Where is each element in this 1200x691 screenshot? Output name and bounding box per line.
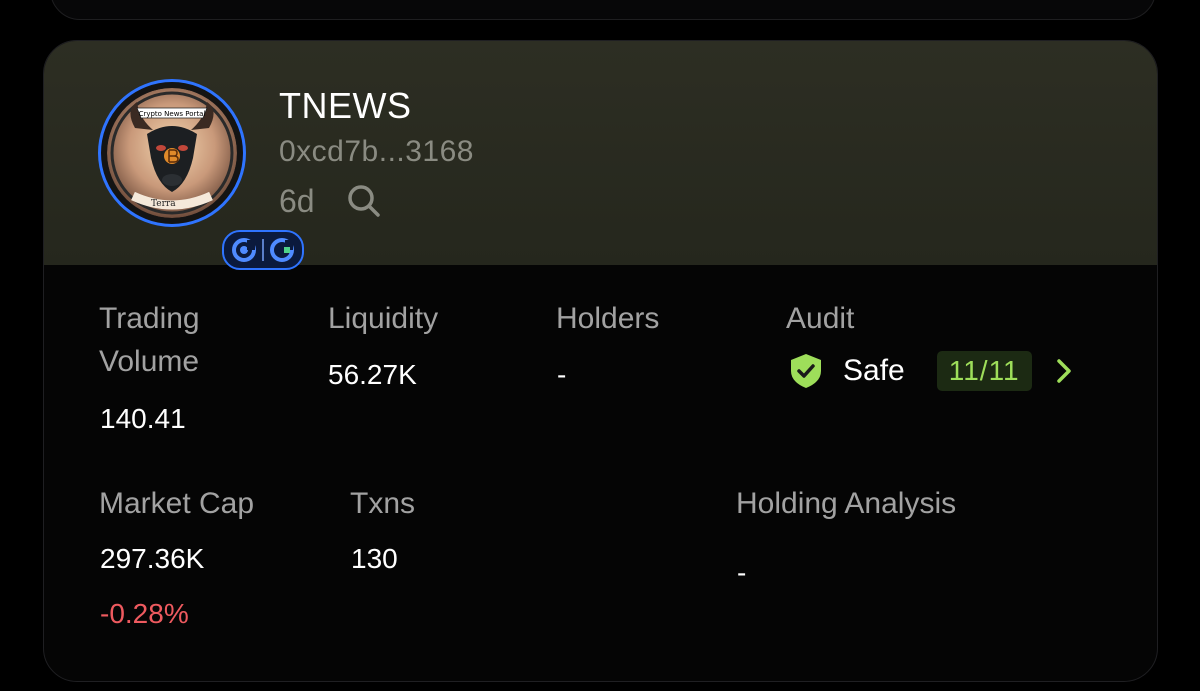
- token-age: 6d: [279, 183, 315, 219]
- logo-top-text: Crypto News Portal: [139, 110, 206, 118]
- trading-volume-label-line1: Trading: [99, 302, 200, 335]
- chain-icon: [232, 238, 256, 262]
- audit-label: Audit: [786, 302, 855, 335]
- trading-volume-label: Trading Volume: [99, 297, 200, 383]
- liquidity-label: Liquidity: [328, 302, 439, 335]
- liquidity-value: 56.27K: [328, 359, 417, 390]
- market-cap-label: Market Cap: [99, 487, 255, 520]
- trading-volume-label-line2: Volume: [99, 345, 200, 378]
- holding-analysis-label: Holding Analysis: [736, 487, 957, 520]
- token-address[interactable]: 0xcd7b...3168: [279, 135, 474, 169]
- market-cap-change: -0.28%: [100, 598, 189, 629]
- holders-value: -: [557, 359, 567, 390]
- chain-badge-divider: [262, 239, 264, 261]
- audit-score-badge: 11/11: [936, 351, 1032, 391]
- logo-bottom-text: Terra: [151, 199, 176, 209]
- previous-token-card[interactable]: [50, 0, 1156, 20]
- token-card-header: Crypto News Portal Terra TNEWS 0xcd7b...…: [44, 41, 1157, 270]
- token-card[interactable]: Crypto News Portal Terra TNEWS 0xcd7b...…: [43, 40, 1158, 682]
- holders-label: Holders: [556, 302, 660, 335]
- chain-icon: [270, 238, 294, 262]
- token-logo-image: Crypto News Portal Terra: [107, 88, 237, 218]
- shield-check-icon: [791, 354, 821, 388]
- chain-badge: [222, 230, 304, 270]
- audit-status: Safe: [843, 354, 905, 387]
- page: Crypto News Portal Terra TNEWS 0xcd7b...…: [0, 0, 1200, 691]
- token-avatar: Crypto News Portal Terra: [98, 79, 304, 270]
- token-name: TNEWS: [279, 85, 412, 126]
- trading-volume-value: 140.41: [100, 403, 186, 434]
- txns-value: 130: [351, 543, 398, 574]
- holding-analysis-value: -: [737, 557, 747, 588]
- txns-label: Txns: [350, 487, 416, 520]
- search-icon[interactable]: [344, 181, 384, 221]
- audit-row[interactable]: Safe 11/11: [789, 351, 1074, 391]
- market-cap-value: 297.36K: [100, 543, 205, 574]
- chevron-right-icon[interactable]: [1054, 357, 1074, 385]
